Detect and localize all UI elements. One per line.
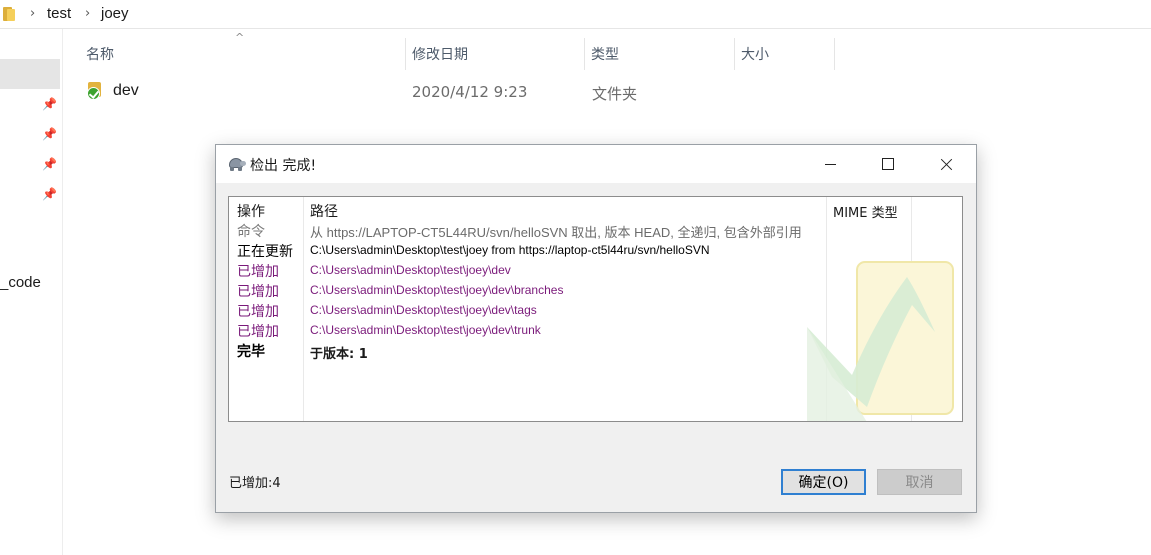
column-divider[interactable] (834, 38, 835, 70)
log-path: C:\Users\admin\Desktop\test\joey\dev\bra… (310, 283, 564, 297)
minimize-button[interactable] (801, 145, 859, 183)
chevron-right-icon: › (85, 6, 91, 21)
column-header-name[interactable]: 名称 (80, 38, 405, 70)
log-row[interactable]: 已增加 C:\Users\admin\Desktop\test\joey\dev… (229, 301, 962, 321)
log-row[interactable]: 已增加 C:\Users\admin\Desktop\test\joey\dev (229, 261, 962, 281)
nav-item-code[interactable]: _code (0, 274, 41, 291)
column-header-size[interactable]: 大小 (735, 38, 834, 70)
log-row[interactable]: 已增加 C:\Users\admin\Desktop\test\joey\dev… (229, 321, 962, 341)
breadcrumb-item-joey[interactable]: joey (101, 5, 129, 22)
file-date: 2020/4/12 9:23 (412, 83, 528, 101)
log-action: 已增加 (237, 324, 279, 340)
pin-icon: 📌 (42, 157, 57, 171)
log-action: 已增加 (237, 284, 279, 300)
file-name: dev (113, 82, 139, 99)
log-path: C:\Users\admin\Desktop\test\joey from ht… (310, 243, 710, 257)
log-path: C:\Users\admin\Desktop\test\joey\dev (310, 263, 511, 277)
checkout-finished-dialog: 检出 完成! 操作 路径 MIME 类型 命令 从 https://LAPTOP… (215, 144, 977, 513)
nav-item-selected[interactable] (0, 59, 60, 89)
log-row[interactable]: 命令 从 https://LAPTOP-CT5L44RU/svn/helloSV… (229, 221, 962, 241)
pin-icon: 📌 (42, 97, 57, 111)
log-header-action[interactable]: 操作 (237, 201, 265, 221)
navigation-pane: 📌 📌 📌 📌 _code (0, 29, 63, 555)
log-path: 从 https://LAPTOP-CT5L44RU/svn/helloSVN 取… (310, 225, 802, 240)
column-header-type[interactable]: 类型 (585, 38, 734, 70)
address-bar[interactable]: › test › joey (0, 0, 1151, 29)
column-header-date[interactable]: 修改日期 (406, 38, 584, 70)
close-button[interactable] (917, 145, 975, 183)
log-header-mime[interactable]: MIME 类型 (833, 202, 898, 221)
log-action: 已增加 (237, 304, 279, 320)
chevron-right-icon: › (30, 6, 36, 21)
log-row[interactable]: 已增加 C:\Users\admin\Desktop\test\joey\dev… (229, 281, 962, 301)
log-action: 命令 (237, 224, 265, 240)
ok-button[interactable]: 确定(O) (781, 469, 866, 495)
cancel-button[interactable]: 取消 (877, 469, 962, 495)
log-action: 正在更新 (237, 244, 293, 260)
dialog-titlebar[interactable]: 检出 完成! (216, 145, 976, 183)
action-log-list[interactable]: 操作 路径 MIME 类型 命令 从 https://LAPTOP-CT5L44… (228, 196, 963, 422)
pin-icon: 📌 (42, 187, 57, 201)
folder-icon (3, 7, 15, 21)
dialog-title: 检出 完成! (250, 158, 317, 174)
log-path: C:\Users\admin\Desktop\test\joey\dev\tag… (310, 303, 537, 317)
file-type: 文件夹 (592, 85, 638, 103)
file-row[interactable]: dev 2020/4/12 9:23 文件夹 (80, 78, 840, 106)
log-action: 已增加 (237, 264, 279, 280)
status-summary: 已增加:4 (229, 476, 281, 491)
log-path: C:\Users\admin\Desktop\test\joey\dev\tru… (310, 323, 541, 337)
svn-folder-normal-icon (86, 82, 104, 100)
log-path: 于版本: 1 (310, 347, 368, 362)
log-action: 完毕 (237, 344, 265, 360)
log-row[interactable]: 完毕 于版本: 1 (229, 341, 962, 362)
log-row[interactable]: 正在更新 C:\Users\admin\Desktop\test\joey fr… (229, 241, 962, 261)
pin-icon: 📌 (42, 127, 57, 141)
maximize-button[interactable] (859, 145, 917, 183)
breadcrumb-item-test[interactable]: test (47, 5, 71, 22)
log-header-path[interactable]: 路径 (310, 201, 338, 221)
tortoisesvn-icon (227, 156, 246, 172)
